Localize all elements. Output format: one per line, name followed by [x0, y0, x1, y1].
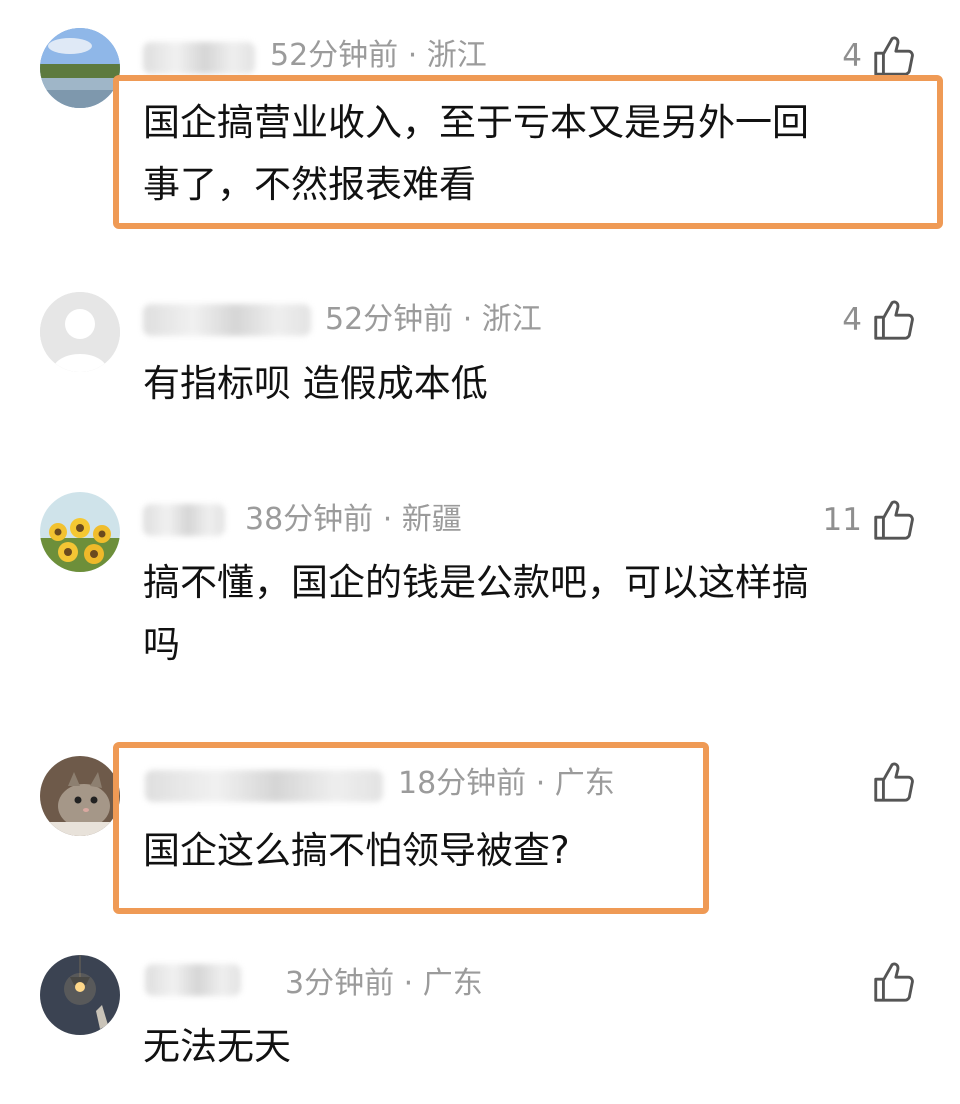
like-count: 11 — [822, 502, 862, 538]
comment-meta: 52分钟前 · 浙江 — [270, 36, 487, 76]
comment-text: 有指标呗 造假成本低 — [143, 353, 488, 415]
comment-time: 52分钟前 — [270, 38, 399, 73]
comment-time: 3分钟前 — [285, 966, 395, 1001]
username-blurred[interactable] — [143, 42, 255, 74]
like-button[interactable] — [862, 958, 916, 1006]
like-button[interactable]: 4 — [842, 296, 916, 344]
comment-meta: 52分钟前 · 浙江 — [325, 300, 542, 340]
sunflower-avatar-image — [40, 492, 120, 572]
cat-avatar-image — [40, 756, 120, 836]
username-blurred[interactable] — [145, 964, 241, 996]
username-blurred[interactable] — [143, 304, 311, 336]
comment-time: 52分钟前 — [325, 302, 454, 337]
avatar[interactable] — [40, 28, 120, 108]
comment-meta: 3分钟前 · 广东 — [285, 964, 483, 1004]
comment-region: 浙江 — [481, 302, 542, 337]
default-user-icon — [40, 292, 120, 372]
meta-separator: · — [398, 38, 427, 73]
like-count: 4 — [842, 302, 862, 338]
comment-line: 有指标呗 造假成本低 — [143, 362, 488, 405]
like-count: 4 — [842, 38, 862, 74]
comment-text: 无法无天 — [143, 1016, 291, 1078]
comment-line: 吗 — [143, 623, 180, 666]
comment-line: 无法无天 — [143, 1025, 291, 1068]
thumbs-up-icon — [874, 36, 914, 76]
avatar[interactable] — [40, 955, 120, 1035]
highlight-box — [113, 75, 943, 229]
meta-separator: · — [453, 302, 482, 337]
comment-region: 新疆 — [401, 502, 462, 537]
comment-time: 38分钟前 — [245, 502, 374, 537]
comment-line: 搞不懂，国企的钱是公款吧，可以这样搞 — [143, 561, 809, 604]
avatar[interactable] — [40, 492, 120, 572]
highlight-box — [113, 742, 709, 914]
comment-text: 搞不懂，国企的钱是公款吧，可以这样搞 吗 — [143, 552, 809, 676]
landscape-avatar-image — [40, 28, 120, 108]
avatar[interactable] — [40, 756, 120, 836]
like-button[interactable]: 11 — [823, 496, 916, 544]
meta-separator: · — [373, 502, 402, 537]
thumbs-up-icon — [874, 300, 914, 340]
meta-separator: · — [394, 966, 423, 1001]
comment-region: 浙江 — [426, 38, 487, 73]
like-button[interactable] — [862, 758, 916, 806]
like-button[interactable]: 4 — [842, 32, 916, 80]
comment-region: 广东 — [422, 966, 483, 1001]
avatar[interactable] — [40, 292, 120, 372]
thumbs-up-icon — [874, 500, 914, 540]
lamp-avatar-image — [40, 955, 120, 1035]
thumbs-up-icon — [874, 762, 914, 802]
thumbs-up-icon — [874, 962, 914, 1002]
comment-meta: 38分钟前 · 新疆 — [245, 500, 462, 540]
username-blurred[interactable] — [143, 504, 225, 536]
